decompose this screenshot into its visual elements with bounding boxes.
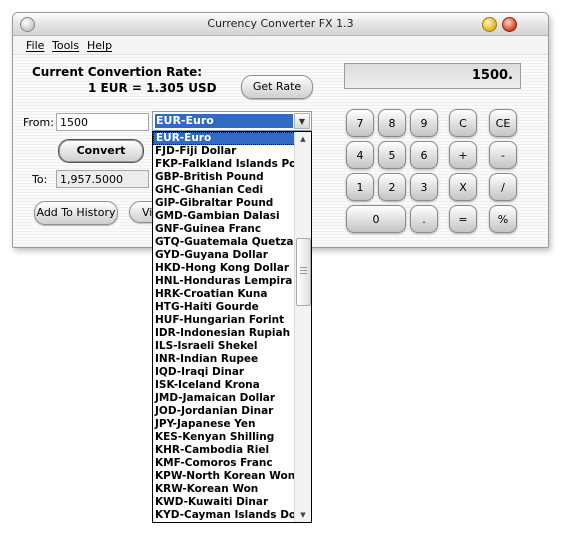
- currency-option[interactable]: KES-Kenyan Shilling: [153, 431, 296, 444]
- to-amount-field: 1,957.5000: [56, 170, 149, 188]
- calc-key-5[interactable]: 5: [378, 141, 406, 169]
- currency-option[interactable]: KRW-Korean Won: [153, 483, 296, 496]
- currency-select-value: EUR-Euro: [155, 114, 293, 128]
- currency-option[interactable]: GMD-Gambian Dalasi: [153, 210, 296, 223]
- currency-option[interactable]: IQD-Iraqi Dinar: [153, 366, 296, 379]
- currency-option[interactable]: GNF-Guinea Franc: [153, 223, 296, 236]
- convert-button[interactable]: Convert: [58, 139, 144, 163]
- currency-option[interactable]: HRK-Croatian Kuna: [153, 288, 296, 301]
- currency-option[interactable]: GIP-Gibraltar Pound: [153, 197, 296, 210]
- currency-option[interactable]: GYD-Guyana Dollar: [153, 249, 296, 262]
- calc-key-2[interactable]: 2: [378, 173, 406, 201]
- currency-option[interactable]: JOD-Jordanian Dinar: [153, 405, 296, 418]
- currency-select[interactable]: EUR-Euro ▼: [152, 111, 312, 131]
- calc-key-8[interactable]: 8: [378, 109, 406, 137]
- currency-option[interactable]: IDR-Indonesian Rupiah: [153, 327, 296, 340]
- currency-option[interactable]: HKD-Hong Kong Dollar: [153, 262, 296, 275]
- menu-bar: File Tools Help: [13, 36, 548, 55]
- close-icon[interactable]: [502, 17, 517, 32]
- calc-key-percent[interactable]: %: [489, 205, 517, 233]
- title-bar[interactable]: Currency Converter FX 1.3: [13, 13, 548, 36]
- currency-option[interactable]: ILS-Israeli Shekel: [153, 340, 296, 353]
- calc-key-7[interactable]: 7: [346, 109, 374, 137]
- add-to-history-button[interactable]: Add To History: [34, 201, 118, 225]
- currency-dropdown-list: EUR-Euro FJD-Fiji Dollar FKP-Falkland Isla…: [152, 131, 312, 523]
- currency-option[interactable]: HTG-Haiti Gourde: [153, 301, 296, 314]
- currency-option[interactable]: INR-Indian Rupee: [153, 353, 296, 366]
- currency-option[interactable]: ISK-Iceland Krona: [153, 379, 296, 392]
- scroll-up-icon[interactable]: ▲: [296, 132, 310, 146]
- calc-key-9[interactable]: 9: [410, 109, 438, 137]
- from-amount-input[interactable]: 1500: [56, 113, 149, 131]
- calc-key-4[interactable]: 4: [346, 141, 374, 169]
- currency-option[interactable]: KMF-Comoros Franc: [153, 457, 296, 470]
- currency-option[interactable]: GTQ-Guatemala Quetzal: [153, 236, 296, 249]
- dropdown-scrollbar[interactable]: ▲ ▼: [294, 132, 311, 522]
- menu-tools[interactable]: Tools: [52, 39, 79, 52]
- calc-key-multiply[interactable]: X: [449, 173, 477, 201]
- calc-key-6[interactable]: 6: [410, 141, 438, 169]
- scrollbar-thumb[interactable]: [296, 238, 311, 306]
- currency-option[interactable]: KHR-Cambodia Riel: [153, 444, 296, 457]
- calc-key-decimal[interactable]: .: [410, 205, 438, 233]
- currency-option[interactable]: HUF-Hungarian Forint: [153, 314, 296, 327]
- calc-key-clear-entry[interactable]: CE: [489, 109, 517, 137]
- to-label: To:: [32, 173, 48, 186]
- currency-option[interactable]: JPY-Japanese Yen: [153, 418, 296, 431]
- calculator-display: 1500.: [344, 63, 521, 89]
- currency-option[interactable]: GBP-British Pound: [153, 171, 296, 184]
- currency-option[interactable]: EUR-Euro: [153, 132, 296, 145]
- calc-key-3[interactable]: 3: [410, 173, 438, 201]
- calc-key-equals[interactable]: =: [449, 205, 477, 233]
- calc-key-add[interactable]: +: [449, 141, 477, 169]
- currency-options: EUR-Euro FJD-Fiji Dollar FKP-Falkland Isla…: [153, 132, 296, 522]
- currency-option[interactable]: KPW-North Korean Won: [153, 470, 296, 483]
- get-rate-button[interactable]: Get Rate: [241, 75, 313, 99]
- currency-option[interactable]: JMD-Jamaican Dollar: [153, 392, 296, 405]
- currency-option[interactable]: GHC-Ghanian Cedi: [153, 184, 296, 197]
- window-title: Currency Converter FX 1.3: [207, 17, 354, 30]
- currency-option[interactable]: FJD-Fiji Dollar: [153, 145, 296, 158]
- calc-key-0[interactable]: 0: [346, 205, 406, 233]
- scroll-down-icon[interactable]: ▼: [296, 508, 310, 522]
- currency-option[interactable]: KYD-Cayman Islands Doll: [153, 509, 296, 522]
- currency-option[interactable]: KWD-Kuwaiti Dinar: [153, 496, 296, 509]
- chevron-down-icon[interactable]: ▼: [294, 113, 310, 129]
- calc-key-divide[interactable]: /: [489, 173, 517, 201]
- menu-help[interactable]: Help: [87, 39, 112, 52]
- calc-key-subtract[interactable]: -: [489, 141, 517, 169]
- calc-key-1[interactable]: 1: [346, 173, 374, 201]
- currency-option[interactable]: FKP-Falkland Islands Pou: [153, 158, 296, 171]
- minimize-icon[interactable]: [482, 17, 497, 32]
- currency-option[interactable]: HNL-Honduras Lempira: [153, 275, 296, 288]
- calc-key-clear[interactable]: C: [449, 109, 477, 137]
- from-label: From:: [23, 116, 54, 129]
- rate-heading: Current Convertion Rate:: [32, 65, 203, 79]
- menu-file[interactable]: File: [26, 39, 44, 52]
- rate-value: 1 EUR = 1.305 USD: [88, 81, 217, 95]
